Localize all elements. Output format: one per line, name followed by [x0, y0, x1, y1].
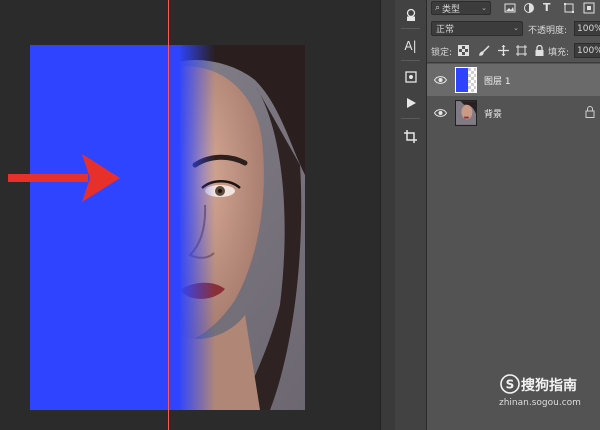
kind-filter-label: 类型: [442, 4, 461, 15]
lock-all-icon[interactable]: [534, 45, 545, 56]
lock-position-icon[interactable]: [498, 45, 509, 56]
layer-thumbnail-fill: [456, 68, 468, 92]
background-thumbnail: [455, 100, 477, 126]
layer-filter-row: ⌕ 类型 ⌄ T: [427, 0, 600, 17]
search-icon: ⌕: [435, 3, 441, 13]
lock-label: 锁定:: [431, 48, 453, 58]
svg-text:S: S: [506, 378, 515, 392]
red-arrow-icon: [8, 154, 120, 202]
shape-filter-icon[interactable]: [563, 2, 575, 14]
eye-icon[interactable]: [434, 107, 447, 119]
lock-image-icon[interactable]: [479, 45, 490, 56]
fill-label: 填充:: [548, 48, 570, 58]
panel-icon-column: A|: [395, 0, 427, 430]
layer-row-layer-1[interactable]: 图层 1: [427, 64, 600, 96]
layers-panel: ⌕ 类型 ⌄ T 正常 ⌄ 不透明度: 100% 锁定: 填充: 100% 图层: [427, 0, 600, 430]
eye-icon[interactable]: [434, 74, 447, 86]
document-canvas[interactable]: [0, 0, 380, 430]
layer-name[interactable]: 背景: [484, 107, 502, 120]
image-filter-icon[interactable]: [504, 2, 516, 14]
play-icon[interactable]: [400, 92, 421, 113]
adjustment-filter-icon[interactable]: [523, 2, 535, 14]
blue-fill-layer: [30, 45, 180, 410]
tool-separator: [401, 28, 420, 29]
watermark-url: zhinan.sogou.com: [499, 398, 581, 408]
layer-thumbnail: [455, 67, 477, 93]
sogou-watermark: S 搜狗指南 zhinan.sogou.com: [495, 372, 600, 412]
opacity-input[interactable]: 100%: [574, 21, 600, 36]
tool-separator: [401, 60, 420, 61]
blend-mode-select[interactable]: 正常 ⌄: [431, 21, 523, 36]
panel-divider: [427, 62, 600, 63]
blend-mode-row: 正常 ⌄ 不透明度: 100%: [427, 20, 600, 37]
tool-separator: [401, 118, 420, 119]
3d-icon[interactable]: [400, 4, 421, 25]
chevron-down-icon: ⌄: [513, 24, 519, 32]
panel-collapse-strip[interactable]: [380, 0, 396, 430]
type-filter-icon[interactable]: T: [543, 1, 555, 14]
layer-kind-filter[interactable]: ⌕ 类型 ⌄: [431, 1, 491, 15]
lock-transparent-icon[interactable]: [458, 45, 469, 56]
opacity-label: 不透明度:: [528, 26, 568, 36]
chevron-down-icon: ⌄: [481, 4, 487, 12]
smart-object-filter-icon[interactable]: [583, 2, 595, 14]
blue-fill-gradient-edge: [180, 45, 215, 410]
layer-row-background[interactable]: 背景: [427, 97, 600, 129]
layer-name[interactable]: 图层 1: [484, 74, 511, 87]
character-panel-icon[interactable]: A|: [400, 35, 421, 56]
watermark-title: 搜狗指南: [521, 378, 577, 394]
vertical-guide-line[interactable]: [168, 0, 169, 430]
sogou-logo-icon: S: [500, 374, 520, 394]
lock-artboard-icon[interactable]: [516, 45, 527, 56]
lock-row: 锁定: 填充: 100%: [427, 42, 600, 59]
lock-icon: [585, 106, 595, 118]
cube-icon[interactable]: [400, 66, 421, 87]
crop-icon[interactable]: [400, 126, 421, 147]
blend-mode-value: 正常: [436, 25, 455, 35]
fill-input[interactable]: 100%: [574, 43, 600, 58]
